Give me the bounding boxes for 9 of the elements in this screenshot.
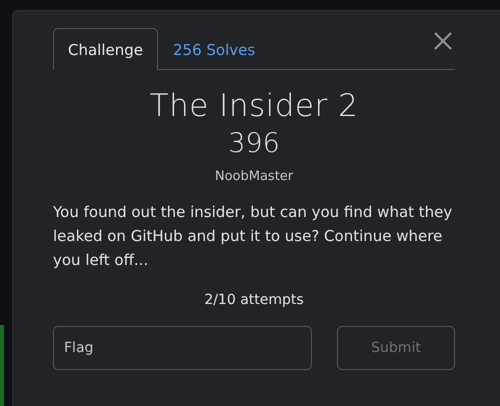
challenge-title: The Insider 2: [148, 88, 360, 124]
attempts-count: 2/10 attempts: [203, 292, 305, 308]
close-icon[interactable]: [432, 30, 454, 52]
author-name: NoobMaster: [214, 169, 294, 184]
points-value: 396: [227, 128, 281, 159]
challenge-description: You found out the insider, but can you find what they leaked on GitHub and put it to use? Continue where you left off...: [53, 202, 454, 271]
flag-input-field[interactable]: Flag: [53, 326, 312, 370]
tab[interactable]: Challenge: [53, 28, 158, 70]
tab[interactable]: 256 Solves: [158, 28, 270, 70]
